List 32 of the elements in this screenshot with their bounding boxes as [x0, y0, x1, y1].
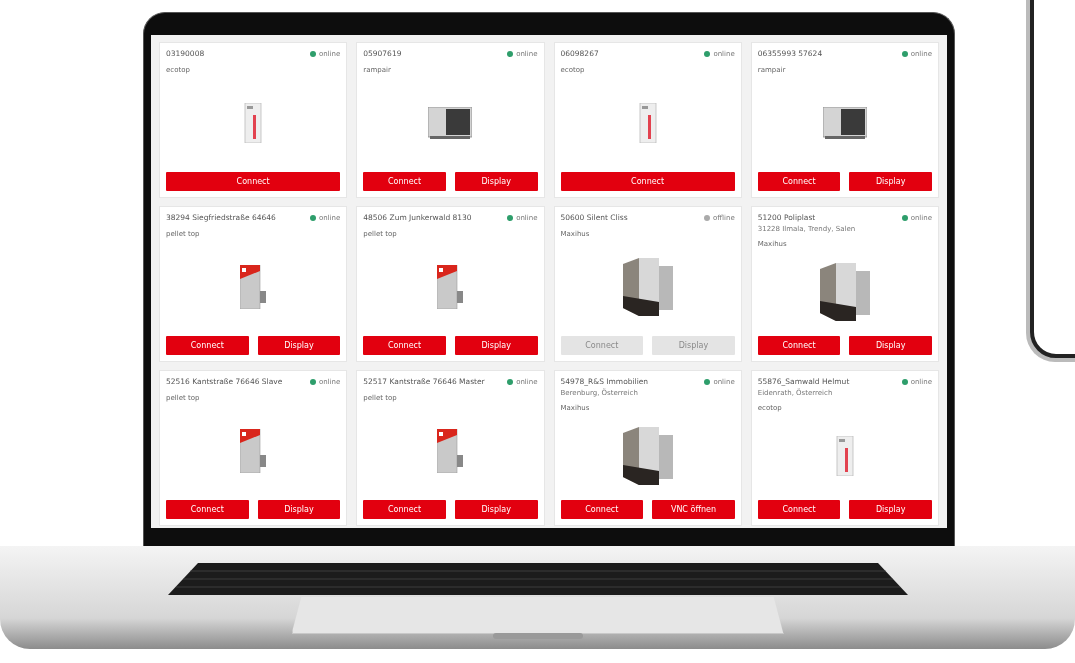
connect-button[interactable]: Connect [363, 336, 446, 355]
connect-button[interactable]: Connect [166, 172, 341, 191]
connect-button[interactable]: Connect [560, 500, 644, 519]
boiler-unit-drawing [622, 255, 673, 318]
connect-button[interactable]: Connect [363, 500, 446, 519]
display-button[interactable]: Display [257, 500, 341, 519]
cabinet-drawing [834, 435, 855, 476]
connect-button[interactable]: Connect [363, 172, 446, 191]
boiler-unit-drawing [622, 424, 673, 487]
pellet-boiler-drawing [437, 428, 464, 473]
display-button[interactable]: Display [849, 336, 932, 355]
display-button[interactable]: VNC öffnen [652, 500, 735, 519]
cabinet-drawing [243, 102, 264, 143]
outdoor-unit-drawing [428, 106, 473, 139]
connect-button[interactable]: Connect [166, 500, 249, 519]
pellet-boiler-drawing [240, 428, 267, 473]
display-button[interactable]: Display [454, 500, 538, 519]
display-button[interactable]: Display [849, 172, 932, 191]
outdoor-unit-drawing [822, 106, 867, 139]
connect-button[interactable]: Connect [560, 172, 735, 191]
boiler-unit-drawing [819, 260, 870, 323]
display-button[interactable]: Display [454, 336, 538, 355]
connect-button[interactable]: Connect [166, 336, 249, 355]
pellet-boiler-drawing [240, 264, 267, 309]
pellet-boiler-drawing [437, 264, 464, 309]
display-button[interactable]: Display [454, 172, 538, 191]
display-button[interactable]: Display [849, 500, 932, 519]
connect-button[interactable]: Connect [757, 172, 841, 191]
cabinet-drawing [637, 102, 658, 143]
display-button[interactable]: Display [257, 336, 341, 355]
connect-button[interactable]: Connect [757, 500, 841, 519]
connect-button[interactable]: Connect [757, 336, 841, 355]
